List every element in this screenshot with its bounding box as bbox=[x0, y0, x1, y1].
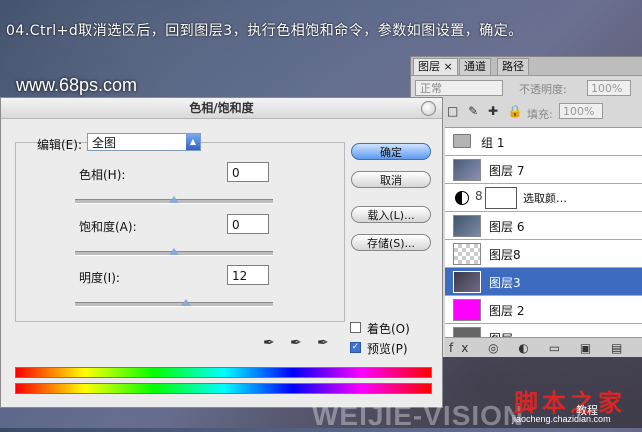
layer-thumbnail bbox=[453, 271, 481, 293]
lightness-slider[interactable] bbox=[75, 299, 273, 307]
lightness-label: 明度(I): bbox=[79, 271, 120, 285]
layer-row[interactable]: 图层… bbox=[445, 324, 642, 338]
save-button[interactable]: 存储(S)... bbox=[351, 234, 431, 251]
layer-row[interactable]: 图层 2 bbox=[445, 296, 642, 324]
preview-checkbox[interactable]: ✓ bbox=[350, 342, 361, 353]
opacity-input[interactable]: 100% bbox=[587, 80, 631, 96]
tab-layers[interactable]: 图层 × bbox=[413, 58, 458, 75]
saturation-input[interactable]: 0 bbox=[227, 214, 269, 234]
opacity-label: 不透明度: bbox=[519, 83, 567, 96]
eyedropper-plus-icon[interactable]: ✒ bbox=[290, 335, 302, 351]
layer-name: 组 1 bbox=[481, 136, 505, 150]
layer-list: 组 1 图层 7 8 选取颜… 图层 6 图层8 图层3 图层 2 bbox=[445, 127, 642, 338]
tab-channels[interactable]: 通道 bbox=[459, 58, 491, 75]
blend-mode-select[interactable]: 正常 bbox=[415, 80, 503, 96]
colorize-label: 着色(O) bbox=[367, 322, 410, 336]
logo-title: 脚本之家 bbox=[514, 388, 626, 417]
layer-name: 图层 6 bbox=[489, 220, 525, 234]
layer-row-adjustment[interactable]: 8 选取颜… bbox=[445, 184, 642, 212]
colorize-checkbox[interactable] bbox=[350, 322, 361, 333]
layer-thumbnail bbox=[453, 215, 481, 237]
panel-tabs: 图层 × 通道 路径 bbox=[411, 57, 642, 76]
layers-panel: 图层 × 通道 路径 正常 不透明度: 100% □ ✎ ✚ 🔒 填充: 100… bbox=[410, 56, 642, 357]
layer-name: 图层8 bbox=[489, 248, 521, 262]
fill-input[interactable]: 100% bbox=[559, 103, 603, 119]
site-url: www.68ps.com bbox=[16, 75, 138, 95]
layer-name: 选取颜… bbox=[523, 192, 567, 205]
folder-icon bbox=[453, 134, 471, 148]
layer-name: 图层 2 bbox=[489, 304, 525, 318]
hue-label: 色相(H): bbox=[79, 168, 126, 182]
cancel-button[interactable]: 取消 bbox=[351, 171, 431, 188]
ok-button[interactable]: 确定 bbox=[351, 143, 431, 160]
close-icon[interactable]: × bbox=[444, 60, 453, 73]
output-spectrum-bar bbox=[15, 383, 432, 394]
layer-mask bbox=[485, 187, 517, 209]
chain-icon: 8 bbox=[475, 189, 483, 203]
dialog-title: 色相/饱和度 bbox=[1, 98, 442, 119]
lightness-input[interactable]: 12 bbox=[227, 265, 269, 285]
saturation-slider-knob[interactable] bbox=[169, 248, 179, 255]
layer-row[interactable]: 图层 6 bbox=[445, 212, 642, 240]
edit-label: 编辑(E): bbox=[37, 138, 82, 152]
layer-thumbnail bbox=[453, 159, 481, 181]
hue-slider[interactable] bbox=[75, 196, 273, 204]
lightness-slider-knob[interactable] bbox=[180, 299, 191, 306]
hue-saturation-dialog: 色相/饱和度 编辑(E): 全图 ▲ 色相(H): 0 饱和度(A): 0 明度… bbox=[0, 97, 443, 408]
instruction-text: 04.Ctrl+d取消选区后，回到图层3，执行色相饱和命令，参数如图设置，确定。 bbox=[6, 23, 523, 39]
adjustment-icon bbox=[455, 191, 469, 205]
layer-row[interactable]: 图层8 bbox=[445, 240, 642, 268]
eyedropper-icon[interactable]: ✒ bbox=[263, 335, 275, 351]
tab-paths[interactable]: 路径 bbox=[497, 58, 529, 75]
layer-row-group[interactable]: 组 1 bbox=[445, 128, 642, 156]
layer-thumbnail bbox=[453, 299, 481, 321]
watermark-text: WEIJIE-VISION bbox=[312, 400, 525, 431]
edit-select[interactable]: 全图 ▲ bbox=[87, 133, 201, 151]
preview-label: 预览(P) bbox=[367, 342, 408, 356]
close-icon[interactable] bbox=[421, 101, 436, 116]
layer-name: 图层3 bbox=[489, 276, 521, 290]
lock-icons[interactable]: □ ✎ ✚ 🔒 bbox=[447, 104, 526, 118]
saturation-label: 饱和度(A): bbox=[79, 220, 137, 234]
layer-name: 图层 7 bbox=[489, 164, 525, 178]
eyedropper-minus-icon[interactable]: ✒ bbox=[317, 335, 329, 351]
panel-footer-icons[interactable]: fx ◎ ◐ ▭ ▣ ▤ bbox=[445, 337, 642, 357]
saturation-slider[interactable] bbox=[75, 248, 273, 256]
layer-row-selected[interactable]: 图层3 bbox=[445, 268, 642, 296]
hue-slider-knob[interactable] bbox=[169, 196, 179, 203]
load-button[interactable]: 载入(L)... bbox=[351, 206, 431, 223]
adjust-group-box bbox=[15, 142, 345, 322]
hue-input[interactable]: 0 bbox=[227, 162, 269, 182]
input-spectrum-bar bbox=[15, 367, 432, 378]
layer-row[interactable]: 图层 7 bbox=[445, 156, 642, 184]
chevron-down-icon: ▲ bbox=[186, 134, 200, 150]
layer-thumbnail bbox=[453, 243, 481, 265]
logo-url: jiaocheng.chazidian.com bbox=[512, 414, 611, 424]
fill-label: 填充: bbox=[527, 108, 553, 121]
